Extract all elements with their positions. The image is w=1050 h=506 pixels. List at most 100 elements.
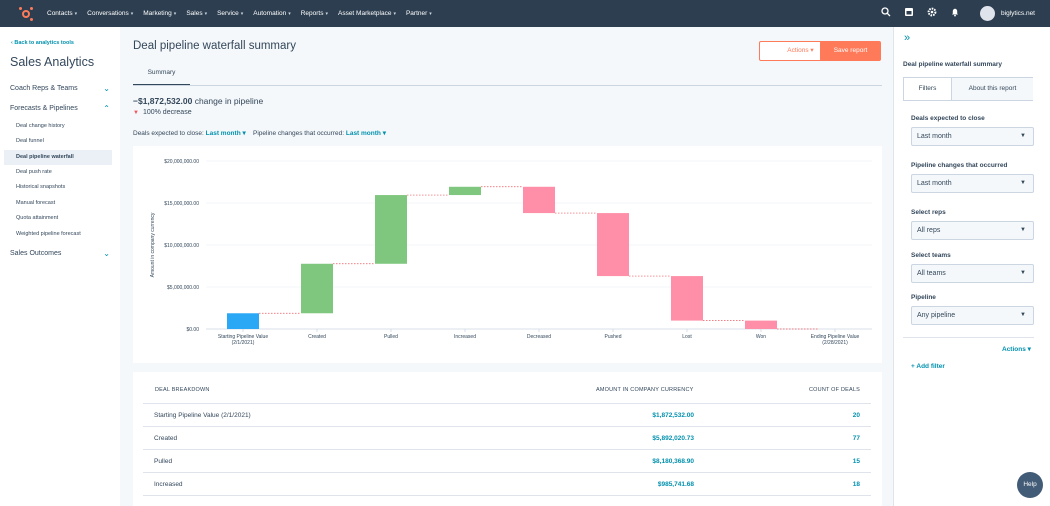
waterfall-bar	[449, 186, 481, 196]
x-tick-label: Won	[756, 334, 766, 340]
header-count[interactable]: COUNT OF DEALS	[809, 387, 860, 393]
select-pipeline-changes[interactable]: Last month ▼	[911, 174, 1034, 193]
sidebar-section-forecasts[interactable]: Forecasts & Pipelines ⌃	[10, 104, 110, 113]
table-row: Starting Pipeline Value (2/1/2021) $1,87…	[143, 403, 871, 426]
nav-marketing[interactable]: Marketing ▾	[143, 10, 176, 17]
waterfall-bar	[523, 186, 555, 214]
tab-filters[interactable]: Filters	[904, 78, 952, 100]
nav-conversations[interactable]: Conversations ▾	[87, 10, 133, 17]
x-tick-label: Lost	[682, 334, 692, 340]
y-tick-label: $0.00	[186, 327, 199, 333]
row-amount[interactable]: $5,892,020.73	[652, 435, 694, 442]
sidebar-item-manual-forecast[interactable]: Manual forecast	[16, 200, 55, 206]
waterfall-bar	[745, 320, 777, 329]
account-name[interactable]: biglytics.net	[1001, 10, 1035, 17]
select-deals-close[interactable]: Last month ▼	[911, 127, 1034, 146]
waterfall-chart-card: $0.00 $5,000,000.00 $10,000,000.00 $15,000,…	[133, 146, 882, 363]
filter-changes-dropdown[interactable]: Last month ▾	[346, 130, 386, 137]
nav-contacts[interactable]: Contacts ▾	[47, 10, 77, 17]
change-value: −$1,872,532.00	[133, 96, 193, 106]
select-reps[interactable]: All reps ▼	[911, 221, 1034, 240]
waterfall-bar	[301, 263, 333, 314]
nav-service[interactable]: Service ▾	[217, 10, 243, 17]
notifications-bell-icon[interactable]	[943, 7, 966, 20]
x-tick-label: Created	[308, 334, 326, 340]
avatar[interactable]	[980, 6, 996, 21]
nav-sales[interactable]: Sales ▾	[186, 10, 207, 17]
chevron-up-icon: ⌃	[103, 104, 110, 113]
filter-label-pipeline-changes: Pipeline changes that occurred	[911, 162, 1008, 169]
row-label: Starting Pipeline Value (2/1/2021)	[154, 412, 251, 419]
pipeline-change-summary: −$1,872,532.00 change in pipeline	[133, 96, 263, 106]
add-filter-button[interactable]: + Add filter	[911, 363, 945, 370]
waterfall-bar	[597, 213, 629, 277]
settings-gear-icon[interactable]	[920, 7, 943, 20]
collapse-panel-icon[interactable]: »	[904, 32, 910, 44]
row-count[interactable]: 20	[853, 412, 860, 419]
help-button[interactable]: Help	[1017, 472, 1043, 498]
report-filters-panel: » Deal pipeline waterfall summary Filter…	[893, 27, 1050, 506]
header-deal-breakdown[interactable]: DEAL BREAKDOWN	[155, 387, 210, 393]
main-content: Deal pipeline waterfall summary Actions …	[120, 27, 893, 506]
hubspot-logo-icon[interactable]	[19, 6, 33, 21]
y-tick-label: $10,000,000.00	[164, 243, 199, 249]
search-icon[interactable]	[874, 7, 897, 20]
sidebar-item-deal-change-history[interactable]: Deal change history	[16, 123, 65, 129]
sidebar-item-weighted-pipeline-forecast[interactable]: Weighted pipeline forecast	[16, 231, 81, 237]
sidebar-item-historical-snapshots[interactable]: Historical snapshots	[16, 184, 65, 190]
waterfall-chart: $0.00 $5,000,000.00 $10,000,000.00 $15,000,…	[150, 159, 872, 346]
row-label: Created	[154, 435, 178, 442]
dropdown-arrow-icon: ▼	[1020, 180, 1026, 186]
sidebar-title: Sales Analytics	[10, 55, 95, 69]
sidebar-item-deal-push-rate[interactable]: Deal push rate	[16, 169, 52, 175]
marketplace-icon[interactable]	[897, 7, 920, 20]
chevron-down-icon: ⌄	[103, 84, 110, 93]
row-label: Pulled	[154, 458, 173, 465]
sidebar-item-deal-funnel[interactable]: Deal funnel	[16, 138, 44, 144]
x-tick-label: (2/28/2021)	[822, 340, 848, 346]
table-row: Created $5,892,020.73 77	[143, 426, 871, 449]
panel-title: Deal pipeline waterfall summary	[903, 61, 1002, 68]
row-count[interactable]: 18	[853, 481, 860, 488]
filter-changes-label: Pipeline changes that occurred:	[252, 130, 345, 137]
y-axis-label: Amount in company currency	[150, 212, 156, 277]
tab-summary[interactable]: Summary	[133, 64, 190, 86]
tab-about-report[interactable]: About this report	[952, 78, 1033, 100]
chevron-down-icon: ⌄	[103, 249, 110, 258]
left-sidebar: ‹ Back to analytics tools Sales Analytic…	[0, 27, 120, 506]
sidebar-item-quota-attainment[interactable]: Quota attainment	[16, 215, 58, 221]
nav-reports[interactable]: Reports ▾	[301, 10, 328, 17]
filter-close-dropdown[interactable]: Last month ▾	[206, 130, 246, 137]
sidebar-item-deal-pipeline-waterfall[interactable]: Deal pipeline waterfall	[4, 150, 112, 165]
back-to-analytics-link[interactable]: ‹ Back to analytics tools	[11, 40, 74, 46]
table-row	[143, 495, 871, 506]
y-tick-label: $20,000,000.00	[164, 159, 199, 165]
nav-automation[interactable]: Automation ▾	[253, 10, 290, 17]
y-tick-label: $15,000,000.00	[164, 201, 199, 207]
row-count[interactable]: 77	[853, 435, 860, 442]
select-pipeline[interactable]: Any pipeline ▼	[911, 306, 1034, 325]
divider	[903, 337, 1034, 338]
plus-icon: +	[911, 363, 915, 370]
decrease-indicator: ▼ 100% decrease	[133, 109, 192, 116]
nav-partner[interactable]: Partner ▾	[406, 10, 432, 17]
row-amount[interactable]: $1,872,532.00	[652, 412, 694, 419]
filter-label-reps: Select reps	[911, 209, 946, 216]
sidebar-section-coach-reps[interactable]: Coach Reps & Teams ⌄	[10, 84, 110, 93]
row-amount[interactable]: $8,180,368.90	[652, 458, 694, 465]
dropdown-arrow-icon: ▼	[1020, 227, 1026, 233]
dropdown-arrow-icon: ▼	[1020, 133, 1026, 139]
save-report-button[interactable]: Save report	[820, 41, 881, 61]
sidebar-section-sales-outcomes[interactable]: Sales Outcomes ⌄	[10, 249, 110, 258]
x-tick-label: Increased	[454, 334, 476, 340]
header-amount[interactable]: AMOUNT IN COMPANY CURRENCY	[596, 387, 694, 393]
row-amount[interactable]: $985,741.68	[658, 481, 694, 488]
select-teams[interactable]: All teams ▼	[911, 264, 1034, 283]
panel-actions-button[interactable]: Actions ▾	[1002, 345, 1031, 353]
nav-asset-marketplace[interactable]: Asset Marketplace ▾	[338, 10, 396, 17]
filter-label-teams: Select teams	[911, 252, 951, 259]
row-count[interactable]: 15	[853, 458, 860, 465]
decrease-text: 100% decrease	[142, 109, 192, 116]
filter-label-pipeline: Pipeline	[911, 294, 936, 301]
change-text: change in pipeline	[194, 96, 264, 106]
